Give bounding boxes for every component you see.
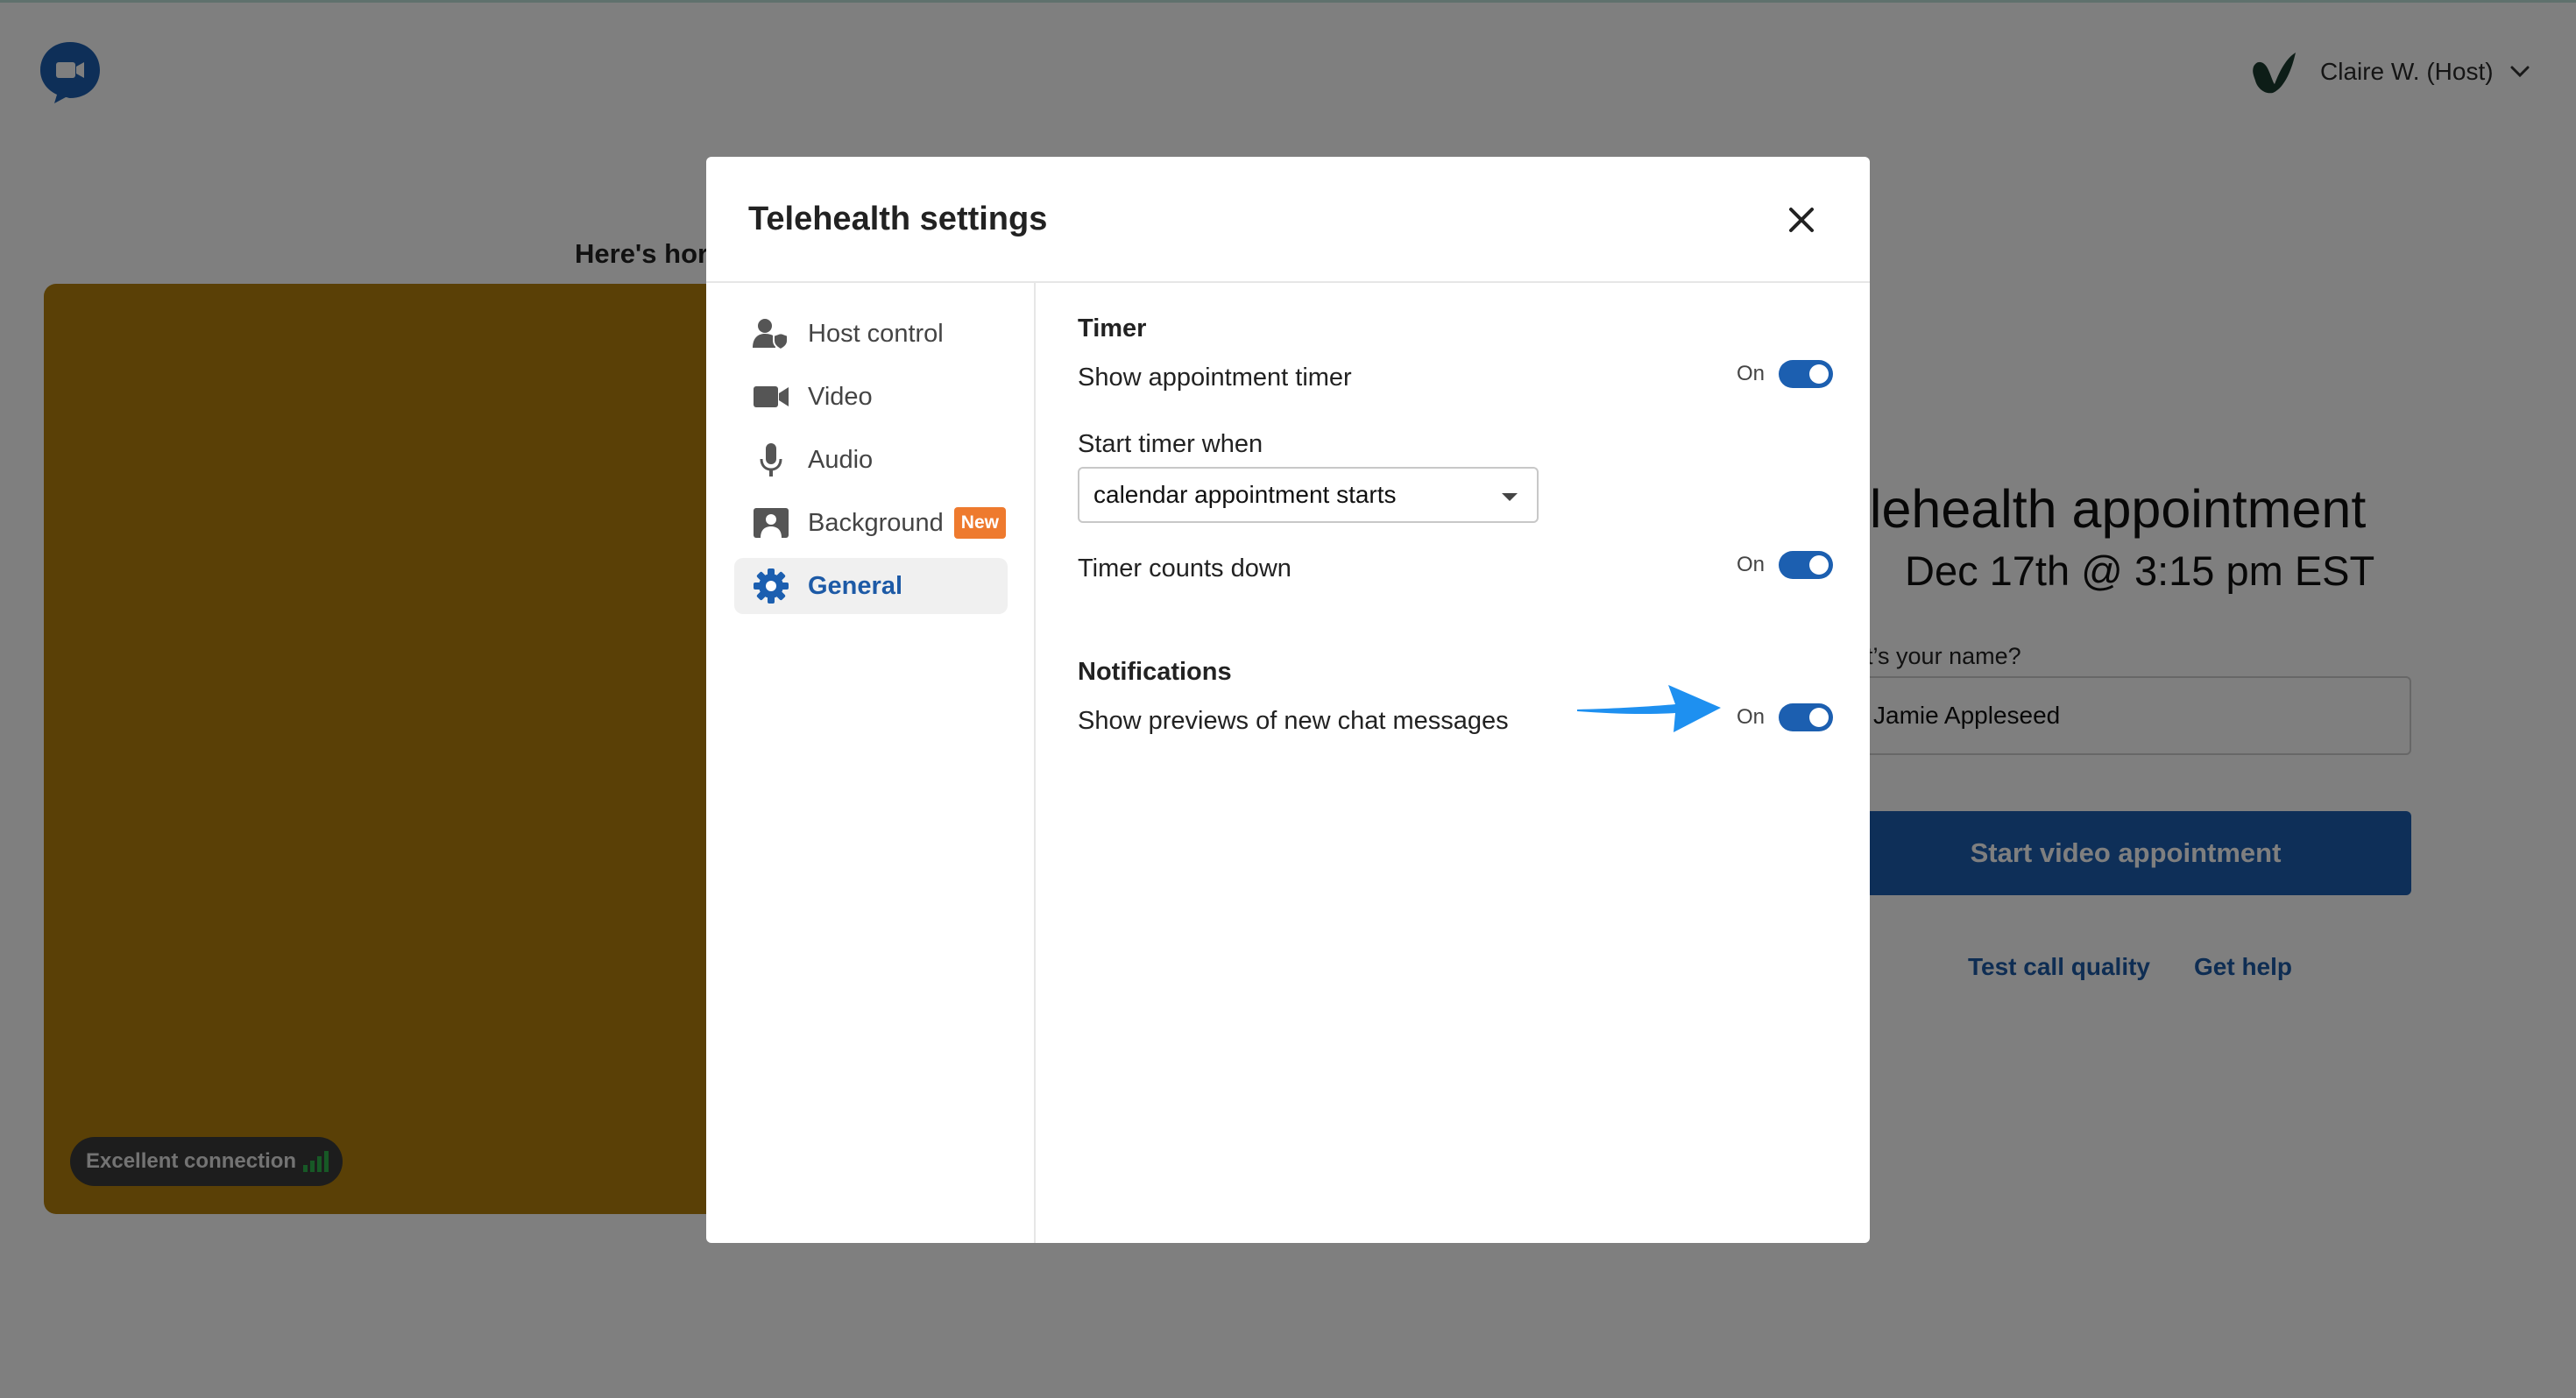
- show-timer-label: Show appointment timer: [1078, 364, 1352, 392]
- start-timer-select[interactable]: calendar appointment starts: [1078, 467, 1539, 523]
- nav-item-background[interactable]: Background New: [734, 495, 1008, 551]
- toggle-state: On: [1737, 705, 1766, 729]
- general-settings-panel: Timer Show appointment timer On Start ti…: [1036, 283, 1870, 1243]
- gear-icon: [752, 568, 790, 604]
- toggle-state: On: [1737, 362, 1766, 385]
- nav-item-general[interactable]: General: [734, 558, 1008, 614]
- dialog-title: Telehealth settings: [748, 201, 1048, 237]
- toggle-state: On: [1737, 553, 1766, 576]
- microphone-icon: [752, 442, 790, 477]
- nav-label: Background: [808, 508, 944, 537]
- video-camera-icon: [752, 379, 790, 414]
- show-timer-toggle-group: On: [1737, 358, 1834, 390]
- timer-section-title: Timer: [1078, 314, 1147, 342]
- notifications-section-title: Notifications: [1078, 658, 1232, 686]
- start-timer-selected-value: calendar appointment starts: [1093, 481, 1397, 508]
- nav-label: Host control: [808, 319, 944, 348]
- new-badge: New: [953, 507, 1006, 539]
- nav-label: Video: [808, 382, 873, 411]
- host-control-icon: [752, 316, 790, 351]
- timer-counts-down-label: Timer counts down: [1078, 554, 1292, 582]
- annotation-arrow-icon: [1577, 685, 1721, 732]
- counts-down-toggle-group: On: [1737, 549, 1834, 581]
- show-timer-toggle[interactable]: [1779, 360, 1834, 388]
- timer-counts-down-toggle[interactable]: [1779, 551, 1834, 579]
- background-icon: [752, 505, 790, 540]
- nav-label: Audio: [808, 445, 874, 474]
- chat-previews-toggle[interactable]: [1779, 703, 1834, 731]
- chat-previews-toggle-group: On: [1737, 702, 1834, 733]
- nav-label: General: [808, 571, 902, 600]
- chat-previews-label: Show previews of new chat messages: [1078, 707, 1509, 735]
- nav-item-video[interactable]: Video: [734, 369, 1008, 425]
- nav-item-audio[interactable]: Audio: [734, 432, 1008, 488]
- close-icon[interactable]: [1784, 202, 1819, 237]
- dialog-header: Telehealth settings: [706, 157, 1870, 283]
- settings-nav: Host control Video Audio Background New …: [706, 283, 1036, 1243]
- start-timer-when-label: Start timer when: [1078, 430, 1263, 458]
- caret-down-icon: [1502, 493, 1518, 501]
- nav-item-host-control[interactable]: Host control: [734, 306, 1008, 362]
